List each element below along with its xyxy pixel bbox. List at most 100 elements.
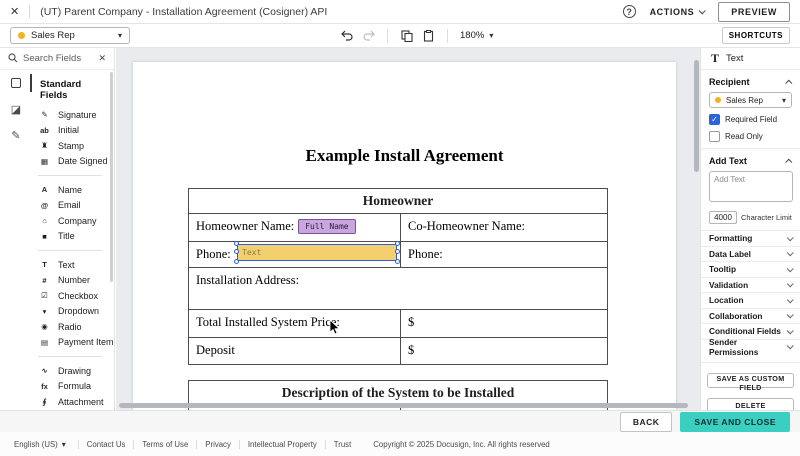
resize-handle[interactable] [395, 259, 400, 264]
checkbox-checked-icon[interactable]: ✓ [709, 114, 720, 125]
sidebar-item-email[interactable]: @ Email [38, 198, 110, 214]
canvas-horizontal-scrollbar[interactable] [119, 403, 688, 408]
footer-link-contact-us[interactable]: Contact Us [77, 439, 134, 449]
dropdown-icon: ▾ [42, 306, 47, 316]
text-field-selected[interactable]: Text [234, 241, 400, 264]
footer-link-privacy[interactable]: Privacy [196, 439, 239, 449]
sidebar-item-number[interactable]: # Number [38, 273, 110, 289]
undo-icon[interactable] [340, 29, 353, 42]
mouse-cursor [329, 319, 340, 340]
fields-icon [11, 78, 21, 88]
accordion-validation[interactable]: Validation [701, 276, 800, 293]
total-price-label-cell: Total Installed System Price: [196, 315, 340, 329]
redo-icon[interactable] [362, 29, 375, 42]
payment-icon: ▤ [40, 337, 49, 347]
item-label: Date Signed [58, 156, 108, 167]
recipient-section-header[interactable]: Recipient [709, 75, 793, 89]
resize-handle[interactable] [234, 249, 239, 254]
accordion-sender-permissions[interactable]: Sender Permissions [701, 337, 800, 357]
help-icon[interactable]: ? [622, 5, 636, 18]
sidebar-item-dropdown[interactable]: ▾ Dropdown [38, 304, 110, 320]
chevron-down-icon [786, 249, 794, 257]
phone-cell: Phone: Text [189, 241, 400, 267]
footer-link-terms-of-use[interactable]: Terms of Use [133, 439, 196, 449]
accordion-collaboration[interactable]: Collaboration [701, 307, 800, 324]
caret-down-icon: ▾ [781, 95, 786, 105]
divider [29, 5, 31, 18]
resize-handle[interactable] [395, 249, 400, 254]
character-limit-input[interactable] [709, 211, 737, 224]
zoom-selector[interactable]: 180% ▾ [460, 30, 493, 41]
footer-link-intellectual-property[interactable]: Intellectual Property [238, 439, 325, 449]
save-as-custom-field-button[interactable]: SAVE AS CUSTOM FIELD [707, 373, 794, 392]
sidebar-item-signature[interactable]: ✎ Signature [38, 107, 110, 123]
tab-standard-fields[interactable] [0, 70, 32, 96]
footer-link-trust[interactable]: Trust [324, 439, 359, 449]
initial-icon: ab [40, 125, 49, 135]
sidebar-item-radio[interactable]: ◉ Radio [38, 319, 110, 335]
sidebar-item-initial[interactable]: ab Initial [38, 123, 110, 139]
close-search-icon[interactable]: ✕ [98, 53, 106, 64]
signature-icon: ✎ [41, 110, 48, 120]
standard-fields-list: Standard Fields ✎ Signature ab Initial ♜ St… [32, 70, 114, 410]
resize-handle[interactable] [395, 241, 400, 246]
sidebar-item-drawing[interactable]: ∿ Drawing [38, 363, 110, 379]
canvas-vertical-scrollbar[interactable] [694, 60, 699, 172]
sidebar-item-stamp[interactable]: ♜ Stamp [38, 138, 110, 154]
chevron-down-icon [786, 342, 794, 350]
document-heading: Example Install Agreement [305, 146, 504, 165]
item-label: Number [58, 275, 91, 286]
checkbox-unchecked-icon[interactable] [709, 131, 720, 142]
sidebar-scrollbar[interactable] [110, 72, 113, 282]
sidebar-item-name[interactable]: A Name [38, 182, 110, 198]
actions-label: ACTIONS [649, 6, 695, 17]
search-fields-input[interactable] [23, 53, 87, 64]
close-icon[interactable]: ✕ [10, 5, 19, 18]
sidebar-item-date-signed[interactable]: ▦ Date Signed [38, 154, 110, 170]
radio-icon: ◉ [41, 322, 48, 332]
sidebar-item-company[interactable]: ⌂ Company [38, 213, 110, 229]
top-header: ✕ (UT) Parent Company - Installation Agr… [0, 0, 800, 24]
language-selector[interactable]: English (US) ▾ [14, 440, 66, 449]
item-label: Name [58, 184, 83, 195]
shortcuts-button[interactable]: SHORTCUTS [721, 27, 790, 44]
zoom-level: 180% [460, 30, 485, 41]
text-field-label: Text [242, 248, 262, 257]
preview-button[interactable]: PREVIEW [718, 1, 790, 22]
accordion-formatting[interactable]: Formatting [701, 230, 800, 246]
caret-down-icon: ▾ [117, 31, 122, 40]
add-text-input[interactable] [709, 171, 793, 202]
sidebar-item-checkbox[interactable]: ☑ Checkbox [38, 288, 110, 304]
sidebar-item-formula[interactable]: fx Formula [38, 379, 110, 395]
resize-handle[interactable] [234, 241, 239, 246]
accordion-location[interactable]: Location [701, 292, 800, 308]
required-field-checkbox-row[interactable]: ✓ Required Field [709, 114, 792, 125]
sidebar-item-title[interactable]: ■ Title [38, 229, 110, 245]
name-icon: A [41, 185, 48, 195]
calendar-icon: ▦ [40, 156, 49, 166]
tab-draw[interactable]: ✎ [0, 122, 32, 148]
read-only-checkbox-row[interactable]: Read Only [709, 131, 792, 142]
briefcase-icon: ■ [42, 231, 47, 241]
sidebar-item-attachment[interactable]: ∮ Attachment [38, 394, 110, 410]
item-label: Initial [58, 125, 80, 136]
sidebar-item-payment-item[interactable]: ▤ Payment Item [38, 335, 114, 351]
accordion-tooltip[interactable]: Tooltip [701, 261, 800, 277]
actions-menu-button[interactable]: ACTIONS [649, 6, 707, 17]
paste-icon[interactable] [422, 29, 435, 42]
back-button[interactable]: BACK [619, 411, 673, 432]
tab-stamps[interactable]: ◪ [0, 96, 32, 122]
recipient-selector[interactable]: Sales Rep ▾ [10, 27, 130, 44]
sidebar-item-text[interactable]: T Text [38, 257, 110, 273]
accordion-label: Conditional Fields [709, 326, 781, 337]
checkbox-icon: ☑ [41, 291, 48, 301]
accordion-data-label[interactable]: Data Label [701, 245, 800, 262]
resize-handle[interactable] [234, 259, 239, 264]
full-name-field[interactable]: Full Name [298, 219, 356, 234]
recipient-dropdown[interactable]: Sales Rep ▾ [709, 92, 792, 108]
copy-icon[interactable] [400, 29, 413, 42]
attachment-icon: ∮ [42, 397, 47, 407]
save-and-close-button[interactable]: SAVE AND CLOSE [680, 411, 790, 432]
delete-field-button[interactable]: DELETE [707, 398, 794, 410]
add-text-section-header[interactable]: Add Text [709, 154, 793, 168]
